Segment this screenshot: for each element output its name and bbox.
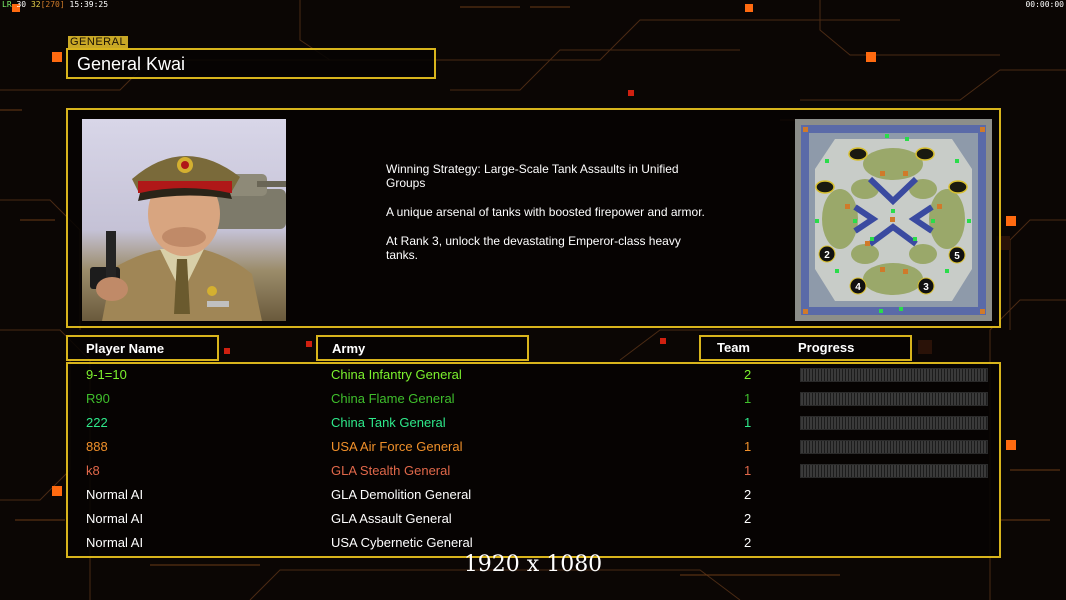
progress-bar [800,416,988,430]
map-marker-2: 2 [824,250,830,261]
player-army: China Tank General [331,415,446,430]
general-tag: GENERAL [68,36,129,48]
strategy-line-2: A unique arsenal of tanks with boosted f… [386,205,705,219]
header-team-progress: Team Progress [699,335,912,361]
player-name: 222 [86,415,108,430]
header-player-name: Player Name [66,335,219,361]
player-army: GLA Stealth General [331,463,451,478]
map-preview: 2 5 4 3 [795,119,992,321]
player-team: 2 [744,367,752,382]
general-portrait [82,119,286,321]
top-status-readout: LR 30 32[270] 15:39:25 [2,0,109,9]
header-army-label: Army [332,341,366,356]
player-team: 1 [744,391,752,406]
player-row: 888 USA Air Force General 1 [68,436,999,460]
player-name: Normal AI [86,487,144,502]
progress-bar [800,368,988,382]
header-team-label: Team [717,340,750,355]
player-name: R90 [86,391,110,406]
player-name: 9-1=10 [86,367,127,382]
player-row: Normal AI GLA Demolition General 2 [68,484,999,508]
player-army: USA Cybernetic General [331,535,473,550]
player-team: 1 [744,463,752,478]
player-name: 888 [86,439,108,454]
general-title-box: General Kwai [66,48,436,79]
header-army: Army [316,335,529,361]
player-row: Normal AI GLA Assault General 2 [68,508,999,532]
general-info-panel: Winning Strategy: Large-Scale Tank Assau… [66,108,1001,328]
player-row: k8 GLA Stealth General 1 [68,460,999,484]
progress-bar [800,464,988,478]
player-army: China Flame General [331,391,455,406]
player-team: 1 [744,415,752,430]
player-army: GLA Demolition General [331,487,472,502]
player-team: 2 [744,487,752,502]
player-team: 1 [744,439,752,454]
map-marker-5: 5 [954,251,960,262]
map-marker-3: 3 [923,282,929,293]
player-team: 2 [744,511,752,526]
clock: 00:00:00 [1025,0,1064,9]
player-army: GLA Assault General [331,511,452,526]
resolution-overlay: 1920 x 1080 [463,552,603,577]
player-army: USA Air Force General [331,439,463,454]
player-name: Normal AI [86,511,144,526]
map-marker-4: 4 [855,282,861,293]
player-team: 2 [744,535,752,550]
player-list: 9-1=10 China Infantry General 2 R90 Chin… [66,362,1001,558]
player-row: R90 China Flame General 1 [68,388,999,412]
progress-bar [800,392,988,406]
header-progress-label: Progress [798,340,855,355]
player-army: China Infantry General [331,367,462,382]
player-row: 9-1=10 China Infantry General 2 [68,364,999,388]
player-name: Normal AI [86,535,144,550]
progress-bar [800,440,988,454]
player-row: 222 China Tank General 1 [68,412,999,436]
strategy-line-1: Winning Strategy: Large-Scale Tank Assau… [386,162,679,190]
player-name: k8 [86,463,100,478]
strategy-text: Winning Strategy: Large-Scale Tank Assau… [386,162,716,277]
header-player-name-label: Player Name [86,341,165,356]
general-name: General Kwai [77,54,186,74]
strategy-line-3: At Rank 3, unlock the devastating Empero… [386,234,681,262]
